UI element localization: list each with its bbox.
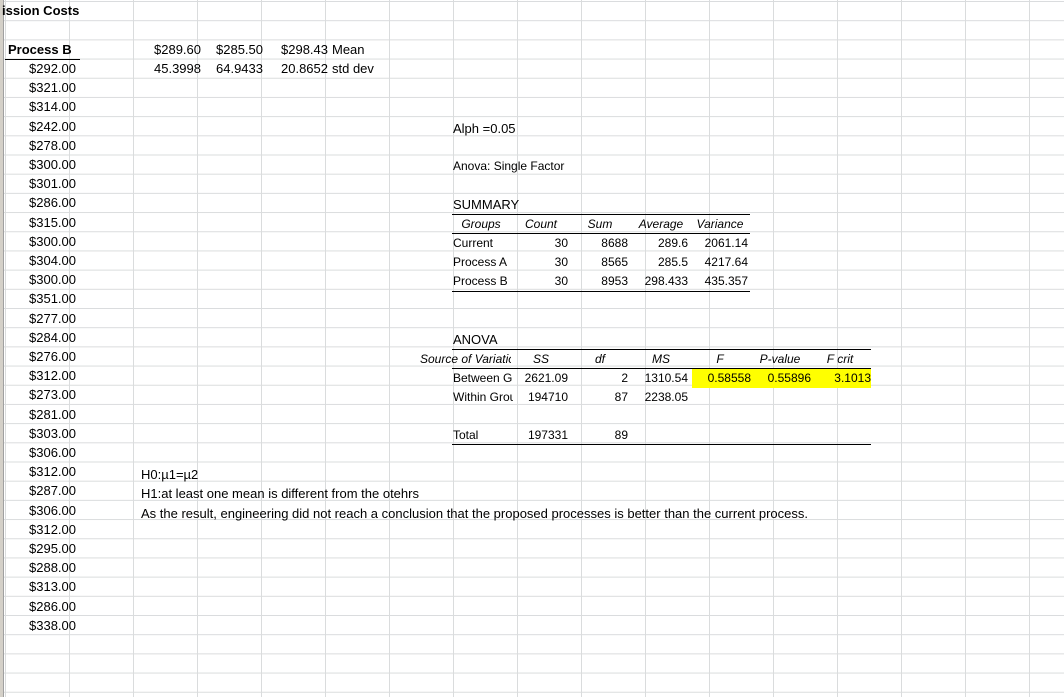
summary-count-process-a[interactable]: 30	[512, 253, 568, 272]
summary-variance-process-a[interactable]: 4217.64	[690, 253, 748, 272]
process-b-value[interactable]: $286.00	[8, 597, 76, 616]
process-b-value[interactable]: $273.00	[8, 385, 76, 404]
anova-ss-within[interactable]: 194710	[512, 388, 568, 407]
summary-group-process-b[interactable]: Process B	[453, 272, 511, 291]
process-b-value[interactable]: $315.00	[8, 213, 76, 232]
summary-average-process-a[interactable]: 285.5	[632, 253, 688, 272]
anova-header-f[interactable]: F	[692, 350, 748, 369]
process-b-value[interactable]: $288.00	[8, 558, 76, 577]
sheet-title[interactable]: ission Costs	[2, 1, 132, 20]
anova-ms-within[interactable]: 2238.05	[632, 388, 688, 407]
process-b-value[interactable]: $303.00	[8, 424, 76, 443]
summary-variance-current[interactable]: 2061.14	[690, 234, 748, 253]
process-b-value[interactable]: $287.00	[8, 481, 76, 500]
summary-header-variance[interactable]: Variance	[692, 215, 748, 234]
mean-label[interactable]: Mean	[332, 40, 392, 59]
process-b-value[interactable]: $281.00	[8, 405, 76, 424]
std-current[interactable]: 45.3998	[133, 59, 201, 78]
summary-group-process-a[interactable]: Process A	[453, 253, 511, 272]
anova-df-within[interactable]: 87	[572, 388, 628, 407]
process-b-value[interactable]: $276.00	[8, 347, 76, 366]
std-process-b[interactable]: 20.8652	[261, 59, 328, 78]
process-b-value[interactable]: $306.00	[8, 443, 76, 462]
summary-header-groups[interactable]: Groups	[452, 215, 510, 234]
summary-sum-process-b[interactable]: 8953	[572, 272, 628, 291]
anova-header-pvalue[interactable]: P-value	[752, 350, 808, 369]
anova-header-df[interactable]: df	[574, 350, 626, 369]
process-b-value[interactable]: $312.00	[8, 366, 76, 385]
process-b-value[interactable]: $300.00	[8, 232, 76, 251]
anova-title[interactable]: Anova: Single Factor	[453, 157, 613, 176]
process-b-value[interactable]: $300.00	[8, 270, 76, 289]
summary-label[interactable]: SUMMARY	[453, 195, 533, 214]
anova-pvalue-between[interactable]: 0.55896	[751, 369, 811, 388]
process-b-value[interactable]: $242.00	[8, 117, 76, 136]
process-b-value[interactable]: $312.00	[8, 462, 76, 481]
process-b-value[interactable]: $351.00	[8, 289, 76, 308]
summary-header-sum[interactable]: Sum	[574, 215, 626, 234]
anova-header-ss[interactable]: SS	[514, 350, 568, 369]
mean-current[interactable]: $289.60	[133, 40, 201, 59]
process-b-value[interactable]: $301.00	[8, 174, 76, 193]
process-b-value[interactable]: $286.00	[8, 193, 76, 212]
row-header-strip	[0, 0, 4, 697]
anova-header-ms[interactable]: MS	[633, 350, 689, 369]
summary-sum-current[interactable]: 8688	[572, 234, 628, 253]
summary-count-process-b[interactable]: 30	[512, 272, 568, 291]
process-b-value[interactable]: $277.00	[8, 309, 76, 328]
process-b-value[interactable]: $300.00	[8, 155, 76, 174]
anova-ms-between[interactable]: 1310.54	[632, 369, 688, 388]
alpha-cell[interactable]: Alph =0.05	[453, 119, 573, 138]
process-b-value[interactable]: $306.00	[8, 501, 76, 520]
summary-count-current[interactable]: 30	[512, 234, 568, 253]
anova-df-between[interactable]: 2	[572, 369, 628, 388]
mean-process-b[interactable]: $298.43	[261, 40, 328, 59]
std-process-a[interactable]: 64.9433	[197, 59, 263, 78]
process-b-value[interactable]: $295.00	[8, 539, 76, 558]
summary-average-current[interactable]: 289.6	[632, 234, 688, 253]
summary-group-current[interactable]: Current	[453, 234, 511, 253]
summary-header-average[interactable]: Average	[633, 215, 689, 234]
anova-ss-between[interactable]: 2621.09	[512, 369, 568, 388]
anova-header-fcrit[interactable]: F crit	[812, 350, 868, 369]
summary-sum-process-a[interactable]: 8565	[572, 253, 628, 272]
std-label[interactable]: std dev	[332, 59, 392, 78]
summary-bottom-rule	[452, 291, 750, 292]
hypothesis-h0[interactable]: H0:µ1=µ2	[141, 465, 441, 484]
anova-f-between[interactable]: 0.58558	[692, 369, 751, 388]
process-b-value[interactable]: $338.00	[8, 616, 76, 635]
anova-fcrit-between[interactable]: 3.1013	[811, 369, 871, 388]
summary-variance-process-b[interactable]: 435.357	[690, 272, 748, 291]
process-b-value[interactable]: $321.00	[8, 78, 76, 97]
process-b-value[interactable]: $314.00	[8, 97, 76, 116]
summary-average-process-b[interactable]: 298.433	[632, 272, 688, 291]
anova-source-total[interactable]: Total	[453, 426, 513, 445]
anova-label[interactable]: ANOVA	[453, 330, 533, 349]
conclusion-text[interactable]: As the result, engineering did not reach…	[141, 504, 901, 523]
process-b-value[interactable]: $312.00	[8, 520, 76, 539]
process-b-value[interactable]: $313.00	[8, 577, 76, 596]
anova-bottom-rule	[452, 444, 871, 445]
anova-source-within[interactable]: Within Groups	[453, 388, 513, 407]
summary-header-count[interactable]: Count	[514, 215, 568, 234]
process-b-value[interactable]: $278.00	[8, 136, 76, 155]
anova-ss-total[interactable]: 197331	[512, 426, 568, 445]
process-b-header[interactable]: Process B	[8, 40, 82, 59]
hypothesis-h1[interactable]: H1:at least one mean is different from t…	[141, 484, 541, 503]
process-b-value[interactable]: $292.00	[8, 59, 76, 78]
anova-header-source[interactable]: Source of Variation	[420, 350, 511, 369]
process-b-value[interactable]: $304.00	[8, 251, 76, 270]
process-b-value[interactable]: $284.00	[8, 328, 76, 347]
anova-df-total[interactable]: 89	[572, 426, 628, 445]
mean-process-a[interactable]: $285.50	[197, 40, 263, 59]
anova-source-between[interactable]: Between Groups	[453, 369, 513, 388]
